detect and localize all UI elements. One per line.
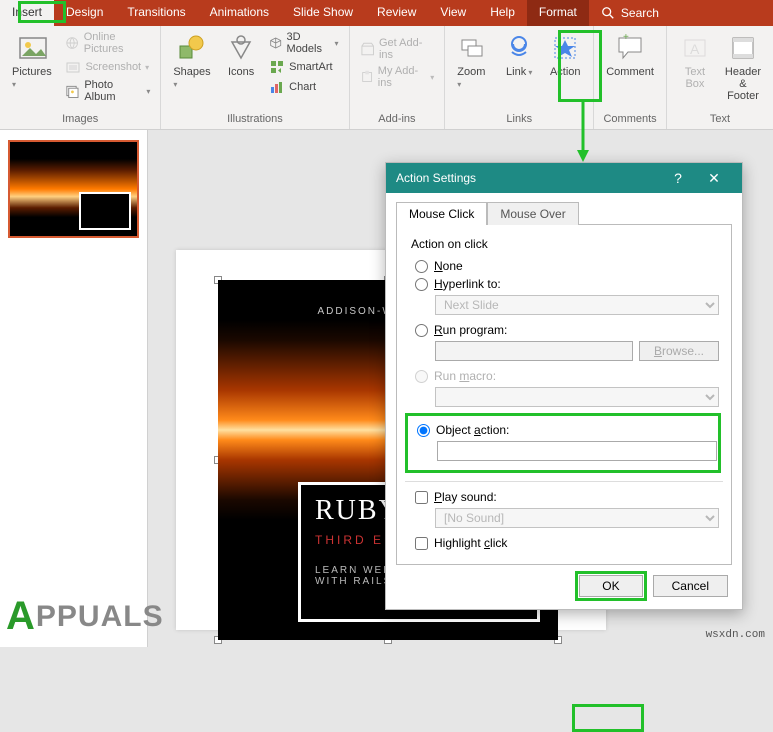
radio-none-input[interactable] — [415, 260, 428, 273]
highlight-click-input[interactable] — [415, 537, 428, 550]
svg-text:+: + — [623, 32, 629, 43]
link-button[interactable]: Link — [499, 30, 539, 80]
pictures-button[interactable]: Pictures — [8, 30, 57, 92]
appuals-logo: APPUALS — [6, 594, 164, 639]
pictures-label: Pictures — [12, 66, 53, 90]
group-links: Zoom Link Action Links — [445, 26, 594, 129]
search-tab[interactable]: Search — [589, 0, 671, 26]
get-addins-button[interactable]: Get Add-ins — [358, 36, 437, 62]
site-watermark: wsxdn.com — [706, 629, 765, 641]
tab-mouse-over[interactable]: Mouse Over — [487, 202, 578, 225]
store-icon — [360, 41, 375, 57]
chart-icon — [269, 79, 285, 95]
smartart-button[interactable]: SmartArt — [267, 58, 340, 76]
hyperlink-select[interactable]: Next Slide — [435, 295, 719, 315]
action-button[interactable]: Action — [545, 30, 585, 80]
radio-run-program[interactable]: Run program: — [415, 323, 719, 337]
icons-icon — [225, 32, 257, 64]
browse-button[interactable]: Browse... — [639, 341, 719, 361]
action-on-click-label: Action on click — [411, 237, 719, 251]
radio-object-action-input[interactable] — [417, 424, 430, 437]
tab-transitions[interactable]: Transitions — [115, 0, 197, 26]
3d-models-button[interactable]: 3D Models ▾ — [267, 30, 340, 56]
cube-icon — [269, 35, 282, 51]
dialog-body: Action on click None Hyperlink to: Next … — [396, 224, 732, 565]
search-icon — [601, 6, 615, 20]
tab-view[interactable]: View — [428, 0, 478, 26]
group-illustrations: Shapes Icons 3D Models ▾ SmartArt Chart — [161, 26, 349, 129]
play-sound-checkbox[interactable]: Play sound: — [415, 490, 719, 504]
thumbnail-pane — [0, 130, 148, 647]
group-comments: + Comment Comments — [594, 26, 667, 129]
group-images: Pictures Online Pictures Screenshot ▾ Ph… — [0, 26, 161, 129]
link-icon — [503, 32, 535, 64]
zoom-button[interactable]: Zoom — [453, 30, 493, 92]
radio-run-macro: Run macro: — [415, 369, 719, 383]
radio-hyperlink[interactable]: Hyperlink to: — [415, 277, 719, 291]
run-macro-select — [435, 387, 719, 407]
group-addins: Get Add-ins My Add-ins ▾ Add-ins — [350, 26, 446, 129]
comment-icon: + — [614, 32, 646, 64]
smartart-icon — [269, 59, 285, 75]
run-program-input[interactable] — [435, 341, 633, 361]
screenshot-button[interactable]: Screenshot ▾ — [63, 58, 152, 76]
dialog-titlebar[interactable]: Action Settings ? ✕ — [386, 163, 742, 193]
group-illustrations-label: Illustrations — [169, 111, 340, 129]
shapes-button[interactable]: Shapes — [169, 30, 215, 92]
group-text: A Text Box Header & Footer Text — [667, 26, 773, 129]
comment-button[interactable]: + Comment — [602, 30, 658, 80]
pictures-icon — [17, 32, 49, 64]
cancel-button[interactable]: Cancel — [653, 575, 728, 597]
group-addins-label: Add-ins — [358, 111, 437, 129]
tab-design[interactable]: Design — [54, 0, 115, 26]
header-footer-button[interactable]: Header & Footer — [721, 30, 765, 104]
action-settings-dialog: Action Settings ? ✕ Mouse Click Mouse Ov… — [385, 162, 743, 610]
dialog-close-button[interactable]: ✕ — [696, 170, 732, 187]
radio-object-action[interactable]: Object action: — [417, 423, 717, 437]
textbox-icon: A — [679, 32, 711, 64]
group-links-label: Links — [453, 111, 585, 129]
action-icon — [549, 32, 581, 64]
photo-album-button[interactable]: Photo Album ▾ — [63, 78, 152, 104]
group-comments-label: Comments — [602, 111, 658, 129]
radio-hyperlink-input[interactable] — [415, 278, 428, 291]
photo-album-icon — [65, 83, 80, 99]
ok-button[interactable]: OK — [579, 575, 642, 597]
tab-mouse-click[interactable]: Mouse Click — [396, 202, 487, 225]
my-addins-button[interactable]: My Add-ins ▾ — [358, 64, 437, 90]
group-images-label: Images — [8, 111, 152, 129]
slide-thumbnail-1[interactable] — [8, 140, 139, 238]
online-pictures-icon — [65, 35, 79, 51]
search-label: Search — [621, 6, 659, 20]
header-footer-icon — [727, 32, 759, 64]
object-action-select[interactable]: Open — [437, 441, 717, 461]
radio-none[interactable]: None — [415, 259, 719, 273]
screenshot-icon — [65, 59, 81, 75]
radio-run-macro-input — [415, 370, 428, 383]
icons-button[interactable]: Icons — [221, 30, 261, 80]
chart-button[interactable]: Chart — [267, 78, 340, 96]
zoom-icon — [457, 32, 489, 64]
addin-icon — [360, 69, 374, 85]
play-sound-input[interactable] — [415, 491, 428, 504]
dialog-title: Action Settings — [396, 171, 660, 185]
ribbon-tabs: Insert Design Transitions Animations Sli… — [0, 0, 773, 26]
tab-review[interactable]: Review — [365, 0, 428, 26]
tab-format[interactable]: Format — [527, 0, 589, 26]
online-pictures-button[interactable]: Online Pictures — [63, 30, 152, 56]
tab-insert[interactable]: Insert — [0, 0, 54, 26]
highlight-click-checkbox[interactable]: Highlight click — [415, 536, 719, 550]
radio-run-program-input[interactable] — [415, 324, 428, 337]
tab-slideshow[interactable]: Slide Show — [281, 0, 365, 26]
textbox-button[interactable]: A Text Box — [675, 30, 715, 92]
shapes-icon — [176, 32, 208, 64]
annotation-ok-button — [572, 704, 644, 732]
dialog-help-button[interactable]: ? — [660, 170, 696, 186]
ribbon: Pictures Online Pictures Screenshot ▾ Ph… — [0, 26, 773, 130]
group-text-label: Text — [675, 111, 765, 129]
tab-help[interactable]: Help — [478, 0, 527, 26]
sound-select[interactable]: [No Sound] — [435, 508, 719, 528]
svg-text:A: A — [690, 41, 700, 57]
tab-animations[interactable]: Animations — [198, 0, 281, 26]
